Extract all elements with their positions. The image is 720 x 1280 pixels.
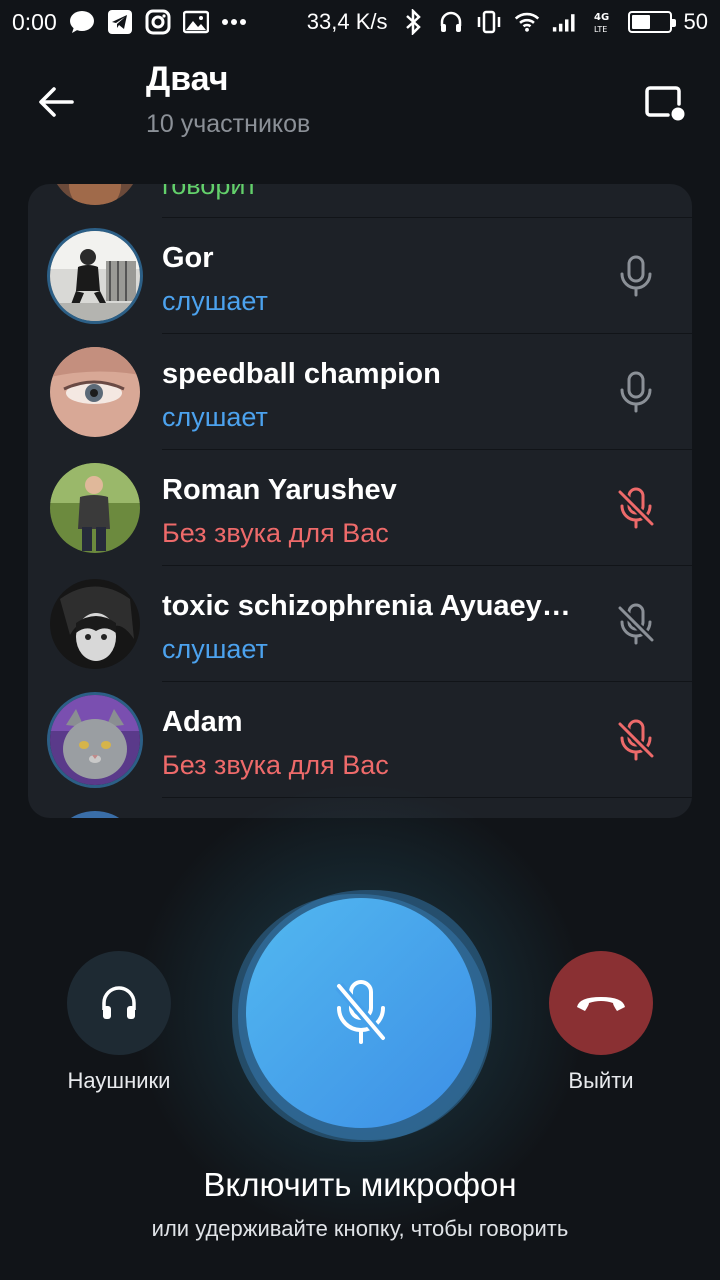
participant-name: Roman Yarushev: [162, 474, 397, 506]
status-time: 0:00: [12, 8, 57, 35]
back-button[interactable]: [28, 74, 84, 130]
headphones-label: Наушники: [67, 1068, 171, 1093]
avatar: [50, 579, 140, 669]
svg-text:LTE: LTE: [594, 25, 607, 34]
telegram-icon: [107, 9, 133, 35]
participant-name: speedball champion: [162, 358, 441, 390]
leave-button[interactable]: [549, 951, 653, 1055]
participant-name: Adam: [162, 706, 243, 738]
mic-action-title: Включить микрофон: [203, 1166, 517, 1203]
participant-row[interactable]: говорит: [28, 184, 692, 218]
avatar: [50, 811, 140, 818]
microphone-off-icon: [335, 980, 387, 1044]
participant-row[interactable]: toxic schizophrenia Ayuaey… слушает: [28, 566, 692, 682]
wifi-icon: [514, 9, 540, 35]
mic-button[interactable]: [246, 898, 476, 1128]
participant-row[interactable]: speedball champion слушает: [28, 334, 692, 450]
cellular-signal-icon: [552, 9, 578, 35]
avatar: [50, 231, 140, 321]
battery-icon: [627, 11, 676, 33]
headphones-button[interactable]: [67, 951, 171, 1055]
network-speed: 33,4 K/s: [306, 9, 388, 34]
call-header: Двач 10 участников: [0, 44, 720, 164]
microphone-toggle[interactable]: [232, 890, 494, 1146]
avatar: [50, 347, 140, 437]
lte-icon: 4G LTE: [590, 9, 616, 35]
microphone-off-icon[interactable]: [614, 486, 658, 530]
headphones-icon: [102, 986, 136, 1019]
battery-level: 50: [683, 9, 708, 34]
leave-label: Выйти: [568, 1068, 634, 1093]
mic-action-hint: или удерживайте кнопку, чтобы говорить: [151, 1216, 569, 1241]
microphone-icon[interactable]: [614, 254, 658, 298]
headset-status-icon: [438, 9, 464, 35]
avatar: [50, 695, 140, 785]
participant-row[interactable]: Gor слушает: [28, 218, 692, 334]
microphone-icon[interactable]: [614, 370, 658, 414]
microphone-off-icon[interactable]: [614, 718, 658, 762]
participant-status: Без звука для Вас: [162, 750, 389, 780]
svg-text:4G: 4G: [594, 12, 609, 23]
microphone-off-icon[interactable]: [614, 602, 658, 646]
more-notifications-icon: [221, 9, 247, 35]
avatar: [50, 463, 140, 553]
participant-status: слушает: [162, 402, 268, 432]
participants-list[interactable]: говорит Gor слушает speedball champion с…: [28, 184, 692, 818]
chat-bubble-icon: [69, 9, 95, 35]
bluetooth-icon: [400, 9, 426, 35]
avatar: [50, 184, 140, 205]
participant-name: toxic schizophrenia Ayuaey…: [162, 590, 571, 622]
instagram-icon: [145, 9, 171, 35]
screen-share-icon: [645, 86, 685, 121]
gallery-icon: [182, 9, 209, 35]
participant-status: Без звука для Вас: [162, 518, 389, 548]
participant-row[interactable]: Roman Yarushev Без звука для Вас: [28, 450, 692, 566]
participant-count: 10 участников: [146, 110, 311, 138]
back-arrow-icon: [39, 87, 74, 117]
participant-status: слушает: [162, 634, 268, 664]
screen-share-button[interactable]: [640, 78, 690, 128]
status-bar: 0:00 33,4 K/s 4G LTE 50: [0, 0, 720, 44]
chat-title: Двач: [146, 60, 229, 98]
participant-status: говорит: [162, 184, 258, 200]
participant-status: слушает: [162, 286, 268, 316]
participant-name: Gor: [162, 242, 214, 274]
end-call-icon: [577, 997, 625, 1011]
vibrate-icon: [476, 9, 502, 35]
